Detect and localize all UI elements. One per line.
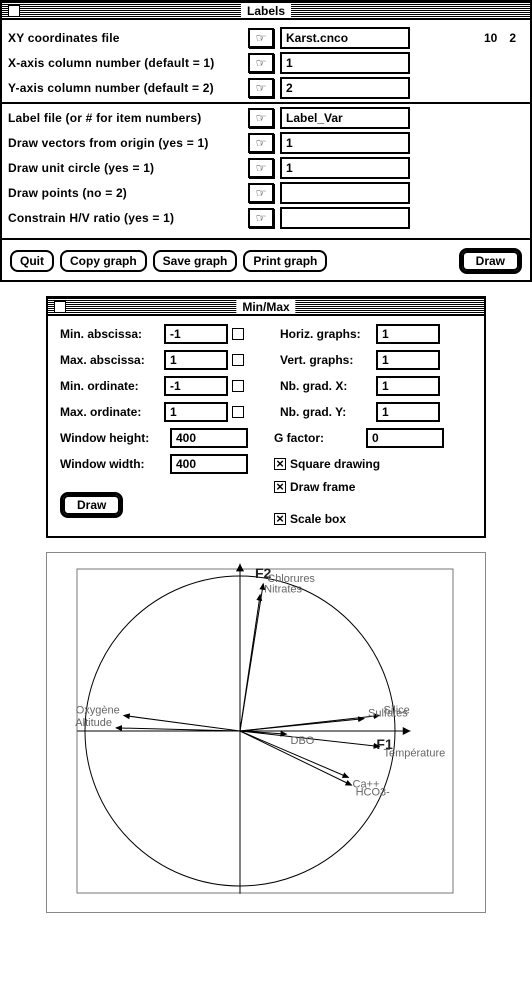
- labels-title: Labels: [241, 4, 291, 18]
- min-abscissa-input[interactable]: [164, 324, 228, 344]
- xy-rows-count: 2: [509, 31, 516, 45]
- nbx-input[interactable]: [376, 376, 440, 396]
- hand-icon[interactable]: ☞: [248, 53, 274, 73]
- svg-text:HCO3-: HCO3-: [356, 786, 391, 798]
- vert-graphs-label: Vert. graphs:: [280, 353, 372, 367]
- chart-svg: F2F1ChloruresNitratesSiliceSulfatesTempé…: [55, 561, 475, 901]
- svg-text:Oxygène: Oxygène: [76, 705, 120, 717]
- circle-label: Draw unit circle (yes = 1): [8, 161, 248, 175]
- xy-file-label: XY coordinates file: [8, 31, 248, 45]
- max-abscissa-label: Max. abscissa:: [60, 353, 160, 367]
- xy-file-input[interactable]: [280, 27, 410, 49]
- min-ordinate-check[interactable]: [232, 380, 244, 392]
- max-ordinate-check[interactable]: [232, 406, 244, 418]
- labels-window: Labels XY coordinates file ☞ 10 2 X-axis…: [0, 0, 532, 282]
- close-icon[interactable]: [54, 301, 66, 313]
- square-drawing-label: Square drawing: [290, 457, 380, 471]
- nby-input[interactable]: [376, 402, 440, 422]
- nbx-label: Nb. grad. X:: [280, 379, 372, 393]
- horiz-graphs-input[interactable]: [376, 324, 440, 344]
- vert-graphs-input[interactable]: [376, 350, 440, 370]
- hand-icon[interactable]: ☞: [248, 78, 274, 98]
- vectors-label: Draw vectors from origin (yes = 1): [8, 136, 248, 150]
- svg-text:DBO: DBO: [291, 735, 315, 747]
- points-input[interactable]: [280, 182, 410, 204]
- window-height-input[interactable]: [170, 428, 248, 448]
- labelfile-input[interactable]: [280, 107, 410, 129]
- g-factor-label: G factor:: [274, 431, 358, 445]
- xcol-input[interactable]: [280, 52, 410, 74]
- minmax-titlebar[interactable]: Min/Max: [48, 298, 484, 316]
- g-factor-input[interactable]: [366, 428, 444, 448]
- max-abscissa-input[interactable]: [164, 350, 228, 370]
- points-label: Draw points (no = 2): [8, 186, 248, 200]
- save-graph-button[interactable]: Save graph: [153, 250, 238, 272]
- minmax-title: Min/Max: [236, 300, 295, 314]
- divider: [0, 238, 532, 240]
- svg-text:Nitrates: Nitrates: [264, 584, 302, 596]
- ratio-input[interactable]: [280, 207, 410, 229]
- correlation-circle-chart: F2F1ChloruresNitratesSiliceSulfatesTempé…: [46, 552, 486, 913]
- nby-label: Nb. grad. Y:: [280, 405, 372, 419]
- window-width-label: Window width:: [60, 457, 170, 471]
- minmax-window: Min/Max Min. abscissa: Horiz. graphs: Ma…: [46, 296, 486, 538]
- print-graph-button[interactable]: Print graph: [243, 250, 327, 272]
- labels-titlebar[interactable]: Labels: [2, 2, 530, 20]
- svg-text:Altitude: Altitude: [75, 717, 112, 729]
- labelfile-label: Label file (or # for item numbers): [8, 111, 248, 125]
- scale-box-check[interactable]: [274, 513, 286, 525]
- hand-icon[interactable]: ☞: [248, 108, 274, 128]
- square-drawing-check[interactable]: [274, 458, 286, 470]
- draw-frame-check[interactable]: [274, 481, 286, 493]
- ratio-label: Constrain H/V ratio (yes = 1): [8, 211, 248, 225]
- ycol-input[interactable]: [280, 77, 410, 99]
- max-abscissa-check[interactable]: [232, 354, 244, 366]
- scale-box-label: Scale box: [290, 512, 346, 526]
- max-ordinate-label: Max. ordinate:: [60, 405, 160, 419]
- hand-icon[interactable]: ☞: [248, 208, 274, 228]
- draw-button[interactable]: Draw: [60, 492, 123, 518]
- quit-button[interactable]: Quit: [10, 250, 54, 272]
- ycol-label: Y-axis column number (default = 2): [8, 81, 248, 95]
- copy-graph-button[interactable]: Copy graph: [60, 250, 147, 272]
- divider: [2, 102, 530, 104]
- min-ordinate-input[interactable]: [164, 376, 228, 396]
- min-abscissa-check[interactable]: [232, 328, 244, 340]
- min-ordinate-label: Min. ordinate:: [60, 379, 160, 393]
- horiz-graphs-label: Horiz. graphs:: [280, 327, 372, 341]
- close-icon[interactable]: [8, 5, 20, 17]
- hand-icon[interactable]: ☞: [248, 183, 274, 203]
- xy-cols-count: 10: [484, 31, 497, 45]
- xcol-label: X-axis column number (default = 1): [8, 56, 248, 70]
- min-abscissa-label: Min. abscissa:: [60, 327, 160, 341]
- window-height-label: Window height:: [60, 431, 170, 445]
- svg-text:Température: Température: [384, 748, 446, 760]
- hand-icon[interactable]: ☞: [248, 158, 274, 178]
- max-ordinate-input[interactable]: [164, 402, 228, 422]
- draw-frame-label: Draw frame: [290, 480, 355, 494]
- hand-icon[interactable]: ☞: [248, 133, 274, 153]
- hand-icon[interactable]: ☞: [248, 28, 274, 48]
- window-width-input[interactable]: [170, 454, 248, 474]
- draw-button[interactable]: Draw: [459, 248, 522, 274]
- svg-text:Sulfates: Sulfates: [368, 708, 408, 720]
- vectors-input[interactable]: [280, 132, 410, 154]
- circle-input[interactable]: [280, 157, 410, 179]
